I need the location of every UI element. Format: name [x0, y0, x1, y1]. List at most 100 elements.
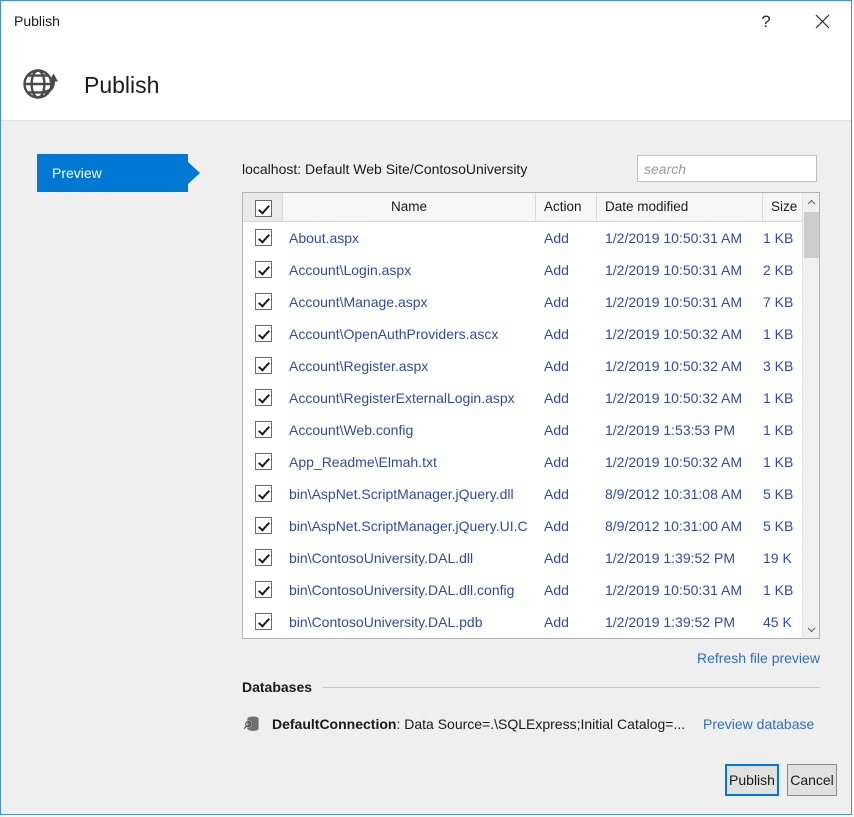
close-button[interactable]: [799, 1, 845, 42]
table-row[interactable]: bin\ContosoUniversity.DAL.dllAdd 1/2/2019…: [243, 542, 819, 574]
cell-size: 1 KB: [763, 574, 803, 606]
table-row[interactable]: Account\Login.aspxAdd1/2/2019 10:50:31 A…: [243, 254, 819, 286]
cell-date-modified: 1/2/2019 10:50:32 AM: [605, 382, 763, 414]
column-header-date-modified[interactable]: Date modified: [597, 193, 763, 221]
cell-name: App_Readme\Elmah.txt: [289, 446, 536, 478]
table-row[interactable]: App_Readme\Elmah.txtAdd1/2/2019 10:50:32…: [243, 446, 819, 478]
cell-size: 45 K: [763, 606, 803, 638]
cell-action: Add: [544, 606, 596, 638]
cell-name: About.aspx: [289, 222, 536, 254]
cell-name: bin\ContosoUniversity.DAL.pdb: [289, 606, 536, 638]
cell-action: Add: [544, 286, 596, 318]
row-checkbox[interactable]: [255, 325, 272, 342]
window-title: Publish: [14, 13, 60, 29]
databases-divider: [322, 687, 820, 688]
cell-size: 1 KB: [763, 446, 803, 478]
help-button[interactable]: ?: [743, 1, 789, 42]
scrollbar-thumb[interactable]: [804, 212, 819, 258]
search-input[interactable]: [638, 156, 816, 181]
cell-name: Account\RegisterExternalLogin.aspx: [289, 382, 536, 414]
chevron-down-icon: [807, 627, 816, 633]
table-row[interactable]: Account\Web.configAdd1/2/2019 1:53:53 PM…: [243, 414, 819, 446]
row-checkbox[interactable]: [255, 517, 272, 534]
select-all-checkbox[interactable]: [255, 200, 272, 217]
table-row[interactable]: bin\ContosoUniversity.DAL.dll.configAdd1…: [243, 574, 819, 606]
refresh-file-preview-link[interactable]: Refresh file preview: [697, 649, 820, 667]
table-row[interactable]: Account\Register.aspxAdd1/2/2019 10:50:3…: [243, 350, 819, 382]
table-row[interactable]: bin\AspNet.ScriptManager.jQuery.UI.CAdd8…: [243, 510, 819, 542]
cell-date-modified: 8/9/2012 10:31:00 AM: [605, 510, 763, 542]
sidebar-item-pointer: [188, 162, 200, 184]
row-checkbox[interactable]: [255, 453, 272, 470]
publish-button[interactable]: Publish: [725, 764, 779, 796]
cell-date-modified: 1/2/2019 10:50:32 AM: [605, 350, 763, 382]
cell-action: Add: [544, 446, 596, 478]
table-row[interactable]: Account\OpenAuthProviders.ascxAdd1/2/201…: [243, 318, 819, 350]
table-row[interactable]: Account\RegisterExternalLogin.aspxAdd1/2…: [243, 382, 819, 414]
row-checkbox[interactable]: [255, 421, 272, 438]
database-connection-name: DefaultConnection: [272, 716, 396, 732]
row-checkbox[interactable]: [255, 549, 272, 566]
dialog-body: Preview localhost: Default Web Site/Cont…: [1, 122, 852, 754]
cell-size: 1 KB: [763, 318, 803, 350]
column-header-action[interactable]: Action: [536, 193, 597, 221]
databases-section: Databases: [242, 678, 820, 698]
table-row[interactable]: About.aspxAdd1/2/2019 10:50:31 AM1 KB: [243, 222, 819, 254]
sidebar-item-label: Preview: [52, 164, 102, 182]
cancel-button[interactable]: Cancel: [787, 764, 837, 796]
column-header-size[interactable]: Size: [763, 193, 803, 221]
cell-action: Add: [544, 222, 596, 254]
row-checkbox[interactable]: [255, 389, 272, 406]
cell-name: bin\AspNet.ScriptManager.jQuery.UI.C: [289, 510, 536, 542]
sidebar-item-preview[interactable]: Preview: [37, 154, 202, 192]
row-checkbox[interactable]: [255, 261, 272, 278]
cell-date-modified: 8/9/2012 10:31:08 AM: [605, 478, 763, 510]
scroll-up-button[interactable]: [803, 193, 819, 210]
row-checkbox[interactable]: [255, 229, 272, 246]
dialog-footer: Publish Cancel: [1, 754, 852, 815]
cell-size: 1 KB: [763, 382, 803, 414]
globe-publish-icon: [18, 61, 62, 105]
cell-name: Account\Login.aspx: [289, 254, 536, 286]
column-header-name[interactable]: Name: [283, 193, 536, 221]
cell-name: Account\OpenAuthProviders.ascx: [289, 318, 536, 350]
row-checkbox[interactable]: [255, 581, 272, 598]
table-row[interactable]: bin\ContosoUniversity.DAL.pdbAdd1/2/2019…: [243, 606, 819, 638]
column-header-select-all[interactable]: [243, 193, 283, 221]
chevron-up-icon: [807, 199, 816, 205]
cell-action: Add: [544, 414, 596, 446]
file-list-rows: About.aspxAdd1/2/2019 10:50:31 AM1 KBAcc…: [243, 222, 819, 638]
close-icon: [815, 14, 830, 29]
cell-name: bin\ContosoUniversity.DAL.dll: [289, 542, 536, 574]
cell-size: 7 KB: [763, 286, 803, 318]
databases-title: Databases: [242, 678, 320, 696]
row-checkbox[interactable]: [255, 485, 272, 502]
cell-size: 5 KB: [763, 478, 803, 510]
cell-date-modified: 1/2/2019 10:50:32 AM: [605, 318, 763, 350]
row-checkbox[interactable]: [255, 357, 272, 374]
file-list-scrollbar[interactable]: [802, 193, 819, 638]
title-bar: Publish ?: [1, 1, 852, 43]
cell-size: 5 KB: [763, 510, 803, 542]
cell-action: Add: [544, 542, 596, 574]
cell-action: Add: [544, 350, 596, 382]
row-checkbox[interactable]: [255, 613, 272, 630]
scroll-down-button[interactable]: [803, 621, 819, 638]
cell-name: bin\ContosoUniversity.DAL.dll.config: [289, 574, 536, 606]
cell-name: Account\Manage.aspx: [289, 286, 536, 318]
database-connection-string: : Data Source=.\SQLExpress;Initial Catal…: [396, 716, 685, 732]
database-connection-text: DefaultConnection: Data Source=.\SQLExpr…: [272, 714, 685, 734]
file-preview-list: Name Action Date modified Size About.asp…: [242, 192, 820, 639]
cell-size: 19 K: [763, 542, 803, 574]
cell-date-modified: 1/2/2019 10:50:31 AM: [605, 574, 763, 606]
row-checkbox[interactable]: [255, 293, 272, 310]
dialog-header: Publish: [1, 43, 852, 121]
cell-date-modified: 1/2/2019 1:39:52 PM: [605, 542, 763, 574]
table-row[interactable]: Account\Manage.aspxAdd1/2/2019 10:50:31 …: [243, 286, 819, 318]
preview-database-link[interactable]: Preview database: [703, 714, 814, 734]
search-box[interactable]: [637, 155, 817, 182]
databases-title-row: Databases: [242, 678, 820, 698]
table-row[interactable]: bin\AspNet.ScriptManager.jQuery.dllAdd8/…: [243, 478, 819, 510]
cell-name: Account\Web.config: [289, 414, 536, 446]
file-list-header: Name Action Date modified Size: [243, 193, 819, 222]
